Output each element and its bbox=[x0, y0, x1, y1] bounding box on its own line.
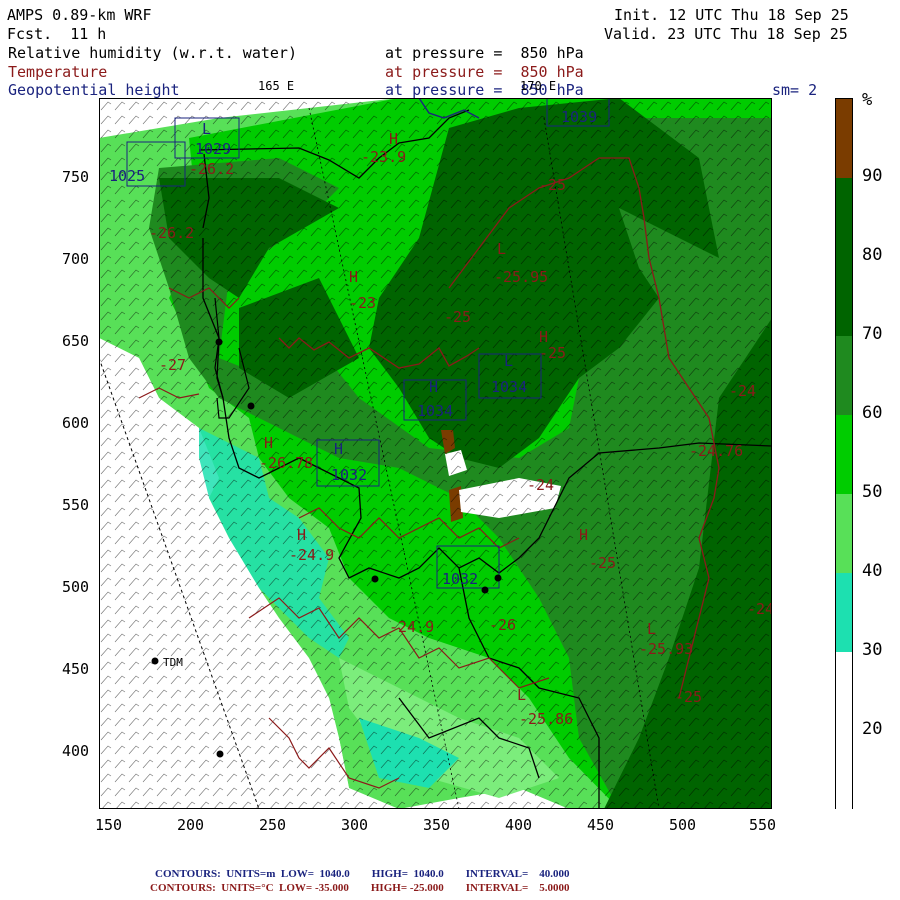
field-rh-label: Relative humidity (w.r.t. water) bbox=[8, 44, 297, 62]
temp-label: -25 bbox=[444, 308, 471, 326]
height-value: 1025 bbox=[109, 167, 145, 185]
temp-label: -26.2 bbox=[149, 224, 194, 242]
colorbar-label: 30 bbox=[862, 640, 883, 660]
low-label: L bbox=[504, 352, 513, 370]
init-time: Init. 12 UTC Thu 18 Sep 25 bbox=[614, 6, 849, 24]
weather-map: TDM L 1025 1029 L 1034 H 1034 H 1032 103… bbox=[99, 98, 772, 809]
high-label: H bbox=[297, 526, 306, 544]
high-label: H bbox=[264, 434, 273, 452]
station-dot bbox=[481, 586, 489, 594]
temp-label: -24 bbox=[747, 600, 772, 618]
station-dot bbox=[215, 338, 223, 346]
height-value: 1032 bbox=[442, 570, 478, 588]
colorbar-label: 50 bbox=[862, 482, 883, 502]
temp-label: -23.9 bbox=[361, 148, 406, 166]
y-tick-label: 600 bbox=[62, 414, 90, 432]
y-tick-label: 650 bbox=[62, 332, 90, 350]
temp-label: -24.9 bbox=[289, 546, 334, 564]
colorbar-unit: % bbox=[862, 90, 873, 110]
lon-170-label: 170 E bbox=[520, 79, 557, 93]
footer-temp-contours: CONTOURS: UNITS=°C LOW= -35.000 HIGH= -2… bbox=[150, 882, 570, 894]
x-tick-label: 350 bbox=[423, 816, 451, 834]
y-tick-label: 700 bbox=[62, 250, 90, 268]
smoothing-label: sm= 2 bbox=[772, 81, 818, 99]
wind-barbs bbox=[99, 98, 772, 809]
temp-label: -25 bbox=[539, 344, 566, 362]
high-label: H bbox=[579, 526, 588, 544]
y-tick-label: 550 bbox=[62, 496, 90, 514]
high-label: H bbox=[334, 440, 343, 458]
station-dot bbox=[371, 575, 379, 583]
model-title: AMPS 0.89-km WRF bbox=[7, 6, 152, 24]
high-label: H bbox=[539, 328, 548, 346]
height-value: 1034 bbox=[491, 378, 527, 396]
x-tick-label: 550 bbox=[749, 816, 777, 834]
temp-label: -24.9 bbox=[389, 618, 434, 636]
x-tick-label: 150 bbox=[95, 816, 123, 834]
high-label: H bbox=[429, 378, 438, 396]
map-label-tdm: TDM bbox=[163, 656, 183, 669]
colorbar-60 bbox=[836, 415, 852, 494]
station-dot bbox=[247, 402, 255, 410]
valid-time: Valid. 23 UTC Thu 18 Sep 25 bbox=[604, 25, 848, 43]
footer-height-contours: CONTOURS: UNITS=m LOW= 1040.0 HIGH= 1040… bbox=[155, 868, 570, 880]
y-tick-label: 450 bbox=[62, 660, 90, 678]
low-label: L bbox=[202, 120, 211, 138]
temp-label: -25.93 bbox=[639, 640, 693, 658]
station-dot bbox=[494, 574, 502, 582]
high-label: H bbox=[349, 268, 358, 286]
height-value: 1032 bbox=[331, 466, 367, 484]
low-label: L bbox=[647, 620, 656, 638]
temp-label: -27 bbox=[159, 356, 186, 374]
high-label: H bbox=[389, 130, 398, 148]
y-tick-label: 500 bbox=[62, 578, 90, 596]
x-tick-label: 450 bbox=[587, 816, 615, 834]
colorbar bbox=[835, 98, 853, 810]
colorbar-label: 60 bbox=[862, 403, 883, 423]
temp-label: -24 bbox=[729, 382, 756, 400]
colorbar-label: 40 bbox=[862, 561, 883, 581]
colorbar-label: 90 bbox=[862, 166, 883, 186]
field-height-label: Geopotential height bbox=[8, 81, 180, 99]
colorbar-label: 80 bbox=[862, 245, 883, 265]
colorbar-30 bbox=[836, 652, 852, 810]
colorbar-label: 70 bbox=[862, 324, 883, 344]
temp-label: -25 bbox=[539, 176, 566, 194]
y-tick-label: 400 bbox=[62, 742, 90, 760]
temp-label: -26.78 bbox=[259, 454, 313, 472]
pressure-rh: at pressure = 850 hPa bbox=[385, 44, 584, 62]
temp-label: -26 bbox=[489, 616, 516, 634]
colorbar-70 bbox=[836, 336, 852, 415]
temp-label: -25.86 bbox=[519, 710, 573, 728]
x-tick-label: 200 bbox=[177, 816, 205, 834]
colorbar-40 bbox=[836, 573, 852, 652]
height-value: 1039 bbox=[561, 108, 597, 126]
temp-label: -24 bbox=[527, 476, 554, 494]
station-dot-tdm bbox=[151, 657, 159, 665]
colorbar-label: 20 bbox=[862, 719, 883, 739]
x-tick-label: 500 bbox=[669, 816, 697, 834]
height-value: 1029 bbox=[195, 140, 231, 158]
y-tick-label: 750 bbox=[62, 168, 90, 186]
low-label: L bbox=[497, 240, 506, 258]
x-tick-label: 250 bbox=[259, 816, 287, 834]
temp-label: -23 bbox=[349, 294, 376, 312]
temp-label: -25 bbox=[589, 554, 616, 572]
temp-label: -24.76 bbox=[689, 442, 743, 460]
station-dot bbox=[216, 750, 224, 758]
low-label: L bbox=[517, 686, 526, 704]
forecast-hour: Fcst. 11 h bbox=[7, 25, 107, 43]
x-tick-label: 300 bbox=[341, 816, 369, 834]
x-tick-label: 400 bbox=[505, 816, 533, 834]
colorbar-90 bbox=[836, 99, 852, 178]
temp-label: -26.2 bbox=[189, 160, 234, 178]
colorbar-80 bbox=[836, 178, 852, 336]
lon-165-label: 165 E bbox=[258, 79, 295, 93]
field-temp-label: Temperature bbox=[8, 63, 108, 81]
colorbar-50 bbox=[836, 494, 852, 573]
temp-label: -25 bbox=[675, 688, 702, 706]
temp-label: -25.95 bbox=[494, 268, 548, 286]
height-value: 1034 bbox=[417, 402, 453, 420]
